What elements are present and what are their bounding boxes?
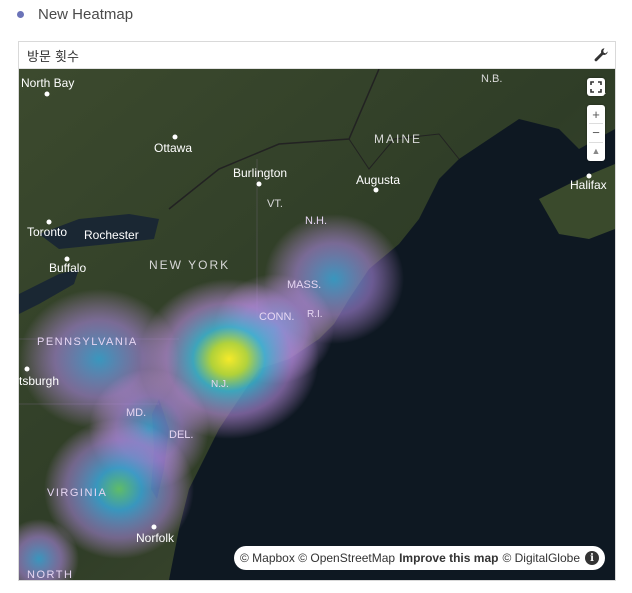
label-maine: MAINE	[374, 132, 422, 146]
label-north: NORTH	[27, 569, 73, 580]
fullscreen-icon	[590, 81, 602, 93]
heatmap-panel: 방문 횟수 North Bay Ottawa Burlington August…	[18, 41, 616, 581]
list-item-label[interactable]: New Heatmap	[38, 6, 133, 23]
improve-map-link[interactable]: Improve this map	[399, 551, 498, 565]
panel-header: 방문 횟수	[19, 42, 615, 69]
label-new-york: NEW YORK	[149, 258, 230, 272]
zoom-controls: + − ▲	[587, 105, 605, 161]
compass-icon[interactable]: ▲	[587, 142, 605, 160]
label-augusta: Augusta	[356, 173, 400, 187]
label-conn: CONN.	[259, 311, 294, 323]
label-burlington: Burlington	[233, 166, 287, 180]
attribution-mapbox[interactable]: © Mapbox	[240, 551, 295, 565]
label-pennsylvania: PENNSYLVANIA	[37, 336, 138, 348]
label-buffalo: Buffalo	[49, 261, 86, 275]
label-nj: N.J.	[211, 379, 229, 390]
attribution-digitalglobe[interactable]: © DigitalGlobe	[502, 551, 580, 565]
label-nh: N.H.	[305, 215, 327, 227]
info-icon[interactable]: i	[585, 551, 599, 565]
label-halifax: Halifax	[570, 178, 607, 192]
label-mass: MASS.	[287, 279, 321, 291]
label-north-bay: North Bay	[21, 76, 74, 90]
map-attribution: © Mapbox © OpenStreetMap Improve this ma…	[233, 546, 605, 570]
label-virginia: VIRGINIA	[47, 487, 107, 499]
label-vt: VT.	[267, 198, 283, 210]
label-toronto: Toronto	[27, 225, 67, 239]
satellite-basemap: North Bay Ottawa Burlington Augusta Hali…	[19, 69, 615, 580]
bullet-icon	[17, 11, 24, 18]
fullscreen-button[interactable]	[587, 78, 605, 96]
label-pittsburgh: tsburgh	[19, 374, 59, 388]
zoom-out-button[interactable]: −	[587, 123, 605, 141]
label-ri: R.I.	[307, 309, 323, 320]
label-rochester: Rochester	[84, 228, 139, 242]
zoom-in-button[interactable]: +	[587, 105, 605, 123]
wrench-icon[interactable]	[593, 47, 609, 63]
list-item-new-heatmap[interactable]: New Heatmap	[0, 0, 632, 34]
label-norfolk: Norfolk	[136, 531, 175, 545]
label-nb: N.B.	[481, 73, 502, 85]
label-del: DEL.	[169, 429, 193, 441]
heatmap-map[interactable]: North Bay Ottawa Burlington Augusta Hali…	[19, 69, 615, 580]
label-md: MD.	[126, 407, 146, 419]
label-ottawa: Ottawa	[154, 141, 192, 155]
panel-title: 방문 횟수	[27, 50, 79, 65]
attribution-osm[interactable]: © OpenStreetMap	[298, 551, 395, 565]
